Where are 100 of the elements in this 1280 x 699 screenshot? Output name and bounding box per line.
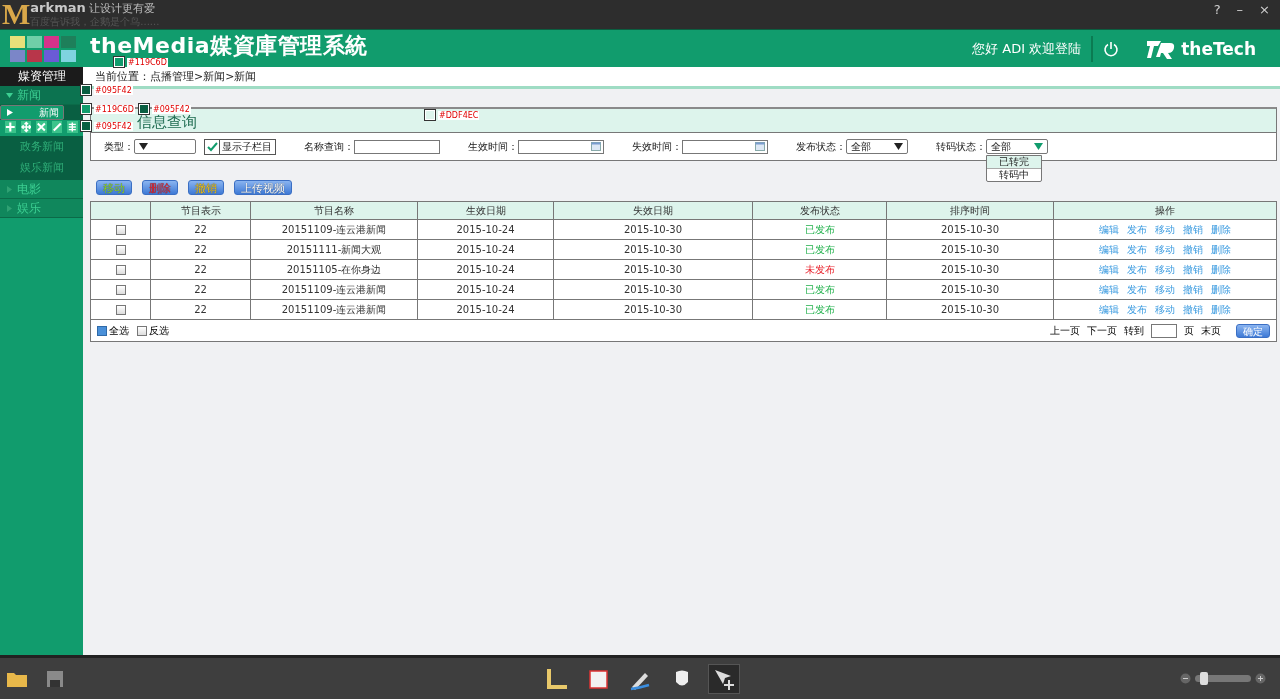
- action-link[interactable]: 移动: [1155, 282, 1175, 297]
- date-field[interactable]: [518, 139, 604, 154]
- action-link[interactable]: 编辑: [1099, 242, 1119, 257]
- action-link[interactable]: 发布: [1127, 302, 1147, 317]
- group-label: 新闻: [17, 86, 41, 104]
- checkbox[interactable]: [97, 325, 107, 336]
- sidebar-item[interactable]: 新闻: [0, 105, 64, 120]
- column-header: 失效日期: [554, 202, 753, 219]
- sidebar-group[interactable]: 娱乐: [0, 199, 83, 218]
- add-icon[interactable]: [5, 121, 16, 133]
- marker-icon[interactable]: [676, 670, 688, 685]
- action-link[interactable]: 编辑: [1099, 282, 1119, 297]
- action-link[interactable]: 删除: [1211, 222, 1231, 237]
- table-cell: 2015-10-30: [554, 280, 753, 299]
- action-link[interactable]: 撤销: [1183, 262, 1203, 277]
- window-control[interactable]: –: [1236, 2, 1244, 17]
- zoom-out-icon[interactable]: [1180, 673, 1191, 684]
- group-label: 电影: [17, 180, 41, 198]
- action-link[interactable]: 发布: [1127, 262, 1147, 277]
- logo-letter: M: [2, 0, 31, 28]
- sidebar-group[interactable]: 电影: [0, 180, 83, 199]
- action-link[interactable]: 编辑: [1099, 302, 1119, 317]
- dropdown-option[interactable]: 转码中: [987, 169, 1041, 181]
- action-link[interactable]: 删除: [1211, 282, 1231, 297]
- row-checkbox[interactable]: [115, 284, 126, 295]
- rectangle-icon[interactable]: [589, 669, 608, 689]
- power-icon[interactable]: [1103, 40, 1120, 57]
- table-cell: 2015-10-24: [418, 280, 554, 299]
- confirm-button[interactable]: 确定: [1236, 323, 1270, 338]
- table-cell: 2015-10-30: [887, 300, 1054, 319]
- status-cell: 已发布: [753, 300, 887, 319]
- brand-name: theTech: [1181, 38, 1256, 59]
- slider-thumb[interactable]: [1199, 672, 1208, 685]
- action-button[interactable]: 上传视频: [234, 180, 292, 195]
- dropdown-option[interactable]: 已转完: [987, 156, 1041, 169]
- checkbox[interactable]: [137, 325, 147, 336]
- window-control[interactable]: ?: [1213, 2, 1221, 17]
- table-cell: 2015-10-24: [418, 240, 554, 259]
- sidebar-item[interactable]: 娱乐新闻: [0, 157, 83, 178]
- action-link[interactable]: 发布: [1127, 282, 1147, 297]
- date-field[interactable]: [682, 139, 768, 154]
- list-icon[interactable]: [67, 121, 78, 133]
- next-page-link[interactable]: 下一页: [1087, 323, 1117, 338]
- check-icon: [205, 139, 220, 154]
- filter-label: 发布状态：: [796, 139, 846, 154]
- input-field[interactable]: [354, 139, 440, 154]
- column-header: 生效日期: [418, 202, 554, 219]
- action-link[interactable]: 撤销: [1183, 242, 1203, 257]
- filter-label: 名称查询：: [304, 139, 354, 154]
- action-link[interactable]: 撤销: [1183, 222, 1203, 237]
- action-link[interactable]: 删除: [1211, 242, 1231, 257]
- filter-label: 转码状态：: [936, 139, 986, 154]
- action-link[interactable]: 撤销: [1183, 282, 1203, 297]
- zoom-in-icon[interactable]: [1255, 673, 1266, 684]
- window-control[interactable]: ×: [1259, 2, 1270, 17]
- checkbox-field[interactable]: 显示子栏目: [204, 138, 276, 155]
- action-link[interactable]: 移动: [1155, 302, 1175, 317]
- zoom-slider[interactable]: [1195, 675, 1251, 682]
- action-link[interactable]: 删除: [1211, 262, 1231, 277]
- group-label: 娱乐: [17, 199, 41, 217]
- last-page-link[interactable]: 末页: [1201, 323, 1221, 338]
- page-input[interactable]: [1151, 323, 1177, 338]
- sidebar-item[interactable]: 政务新闻: [0, 136, 83, 157]
- page-unit: 页: [1184, 323, 1194, 338]
- table-cell: 2015-10-30: [554, 240, 753, 259]
- action-link[interactable]: 删除: [1211, 302, 1231, 317]
- color-code: #119C6D: [94, 104, 135, 114]
- prev-page-link[interactable]: 上一页: [1050, 323, 1080, 338]
- action-link[interactable]: 发布: [1127, 242, 1147, 257]
- action-link[interactable]: 撤销: [1183, 302, 1203, 317]
- action-button[interactable]: 移动: [96, 180, 132, 195]
- action-link[interactable]: 移动: [1155, 222, 1175, 237]
- calendar-icon: [755, 142, 765, 151]
- action-link[interactable]: 移动: [1155, 262, 1175, 277]
- row-checkbox[interactable]: [115, 264, 126, 275]
- action-link[interactable]: 编辑: [1099, 222, 1119, 237]
- select-field[interactable]: 全部: [846, 139, 908, 154]
- action-button[interactable]: 撤销: [188, 180, 224, 195]
- row-checkbox[interactable]: [115, 224, 126, 235]
- ruler-icon[interactable]: [547, 668, 567, 689]
- save-icon[interactable]: [46, 669, 64, 688]
- greeting: 您好 ADI 欢迎登陆: [972, 39, 1082, 58]
- action-link[interactable]: 发布: [1127, 222, 1147, 237]
- table-cell: 22: [151, 220, 251, 239]
- sidebar-title: 媒资管理: [0, 67, 83, 86]
- pen-icon[interactable]: [630, 672, 650, 690]
- action-link[interactable]: 移动: [1155, 242, 1175, 257]
- row-checkbox[interactable]: [115, 244, 126, 255]
- caret-icon: [139, 143, 148, 150]
- action-link[interactable]: 编辑: [1099, 262, 1119, 277]
- edit-icon[interactable]: [51, 121, 63, 133]
- tile-grid-icon: [10, 35, 76, 62]
- row-checkbox[interactable]: [115, 304, 126, 315]
- close-icon[interactable]: [36, 121, 47, 133]
- move-icon[interactable]: [715, 669, 735, 691]
- filter-label: 失效时间：: [632, 139, 682, 154]
- table-cell: 20151109-连云港新闻: [251, 300, 418, 319]
- sidebar-group[interactable]: 新闻: [0, 86, 83, 105]
- select-field[interactable]: [134, 139, 196, 154]
- column-header: 节目表示: [151, 202, 251, 219]
